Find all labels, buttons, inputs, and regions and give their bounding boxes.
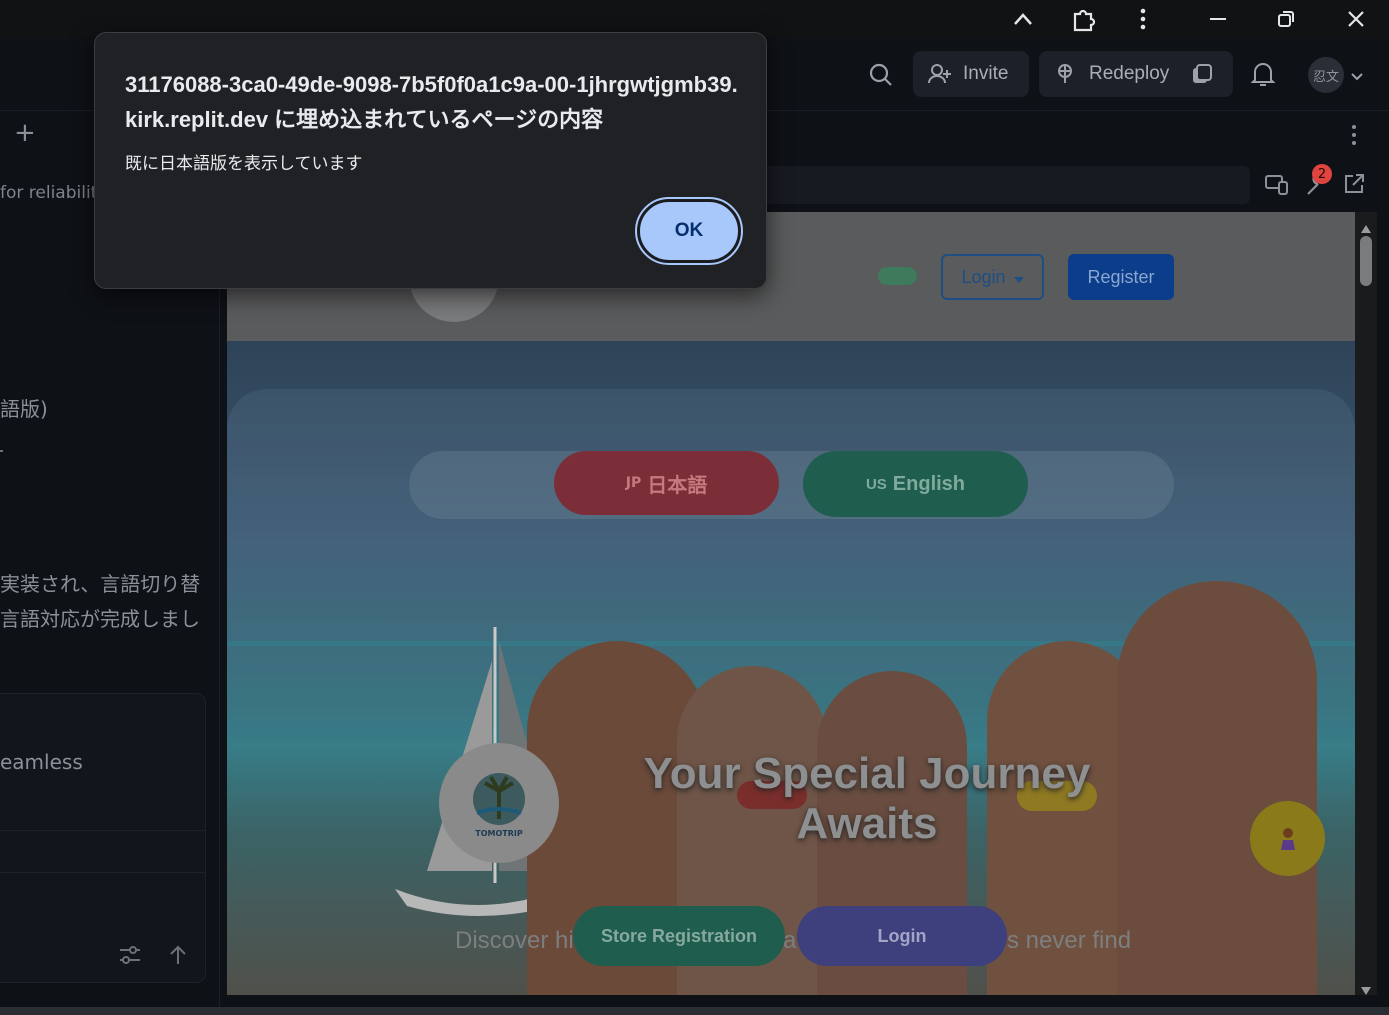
- invite-label: Invite: [963, 63, 1009, 84]
- lang-en-button[interactable]: US English: [803, 451, 1028, 517]
- status-pill: [878, 267, 917, 285]
- open-external-icon[interactable]: [1342, 172, 1366, 196]
- hero-subtitle: s never find: [1007, 927, 1132, 954]
- webview-preview: Login Register JP 日本語 US English TOMOTRI…: [227, 212, 1355, 995]
- minimize-icon[interactable]: [1192, 0, 1244, 38]
- preview-url-field[interactable]: [740, 166, 1250, 204]
- chat-snippet: for reliabilit: [0, 183, 98, 203]
- divider: [0, 872, 206, 873]
- deploy-menu-icon[interactable]: [1191, 63, 1213, 85]
- badge-count: 2: [1317, 166, 1327, 182]
- hero-title-line: Your Special Journey: [643, 749, 1091, 798]
- redeploy-label: Redeploy: [1089, 63, 1170, 84]
- restore-icon[interactable]: [1260, 0, 1312, 38]
- bell-icon[interactable]: [1250, 60, 1276, 88]
- hero-title-line: Awaits: [796, 799, 938, 848]
- lang-jp-label: 日本語: [647, 472, 708, 497]
- scroll-up-icon[interactable]: [1361, 218, 1371, 233]
- chat-snippet: 語版): [0, 397, 48, 421]
- hero-section: JP 日本語 US English TOMOTRIP Your Special …: [227, 341, 1355, 995]
- site-register-label: Register: [1087, 266, 1155, 287]
- invite-button[interactable]: Invite: [913, 51, 1029, 97]
- ok-button[interactable]: OK: [635, 197, 743, 265]
- chat-input-card: [0, 693, 206, 983]
- more-vert-icon[interactable]: [1350, 124, 1358, 146]
- add-user-icon: [927, 62, 953, 86]
- redeploy-icon: [1053, 62, 1077, 86]
- extension-icon[interactable]: [1058, 0, 1110, 38]
- close-icon[interactable]: [1330, 0, 1382, 38]
- divider: [0, 450, 3, 452]
- lang-en-label: English: [892, 472, 966, 495]
- palm-tree-icon: [473, 772, 525, 825]
- more-vert-icon[interactable]: [1117, 0, 1169, 38]
- us-flag-code: US: [865, 475, 887, 493]
- avatar[interactable]: 忍文: [1308, 57, 1344, 93]
- devices-icon[interactable]: [1264, 172, 1290, 198]
- os-taskbar: [0, 1007, 1389, 1015]
- redeploy-button[interactable]: Redeploy: [1039, 51, 1233, 97]
- settings-sliders-icon[interactable]: [118, 944, 142, 966]
- hero-login-button[interactable]: Login: [797, 906, 1007, 966]
- send-arrow-icon[interactable]: [168, 944, 188, 966]
- site-login-label: Login: [961, 266, 1006, 287]
- caret-down-icon: [1013, 267, 1024, 288]
- chevron-down-icon[interactable]: [1350, 68, 1364, 81]
- avatar-text: 忍文: [1312, 69, 1339, 85]
- new-tab-button[interactable]: +: [14, 118, 36, 148]
- alert-dialog: 31176088-3ca0-49de-9098-7b5f0f0a1c9a-00-…: [94, 32, 767, 289]
- chevron-up-icon[interactable]: [997, 0, 1049, 38]
- preview-scrollbar[interactable]: [1355, 212, 1377, 995]
- floating-sponsor-button[interactable]: [1250, 801, 1325, 876]
- hero-title: Your Special Journey Awaits: [527, 749, 1207, 849]
- logo-text: TOMOTRIP: [475, 828, 523, 838]
- site-register-button[interactable]: Register: [1068, 254, 1174, 300]
- dialog-title: 31176088-3ca0-49de-9098-7b5f0f0a1c9a-00-…: [125, 72, 738, 132]
- chat-snippet: 実装され、言語切り替: [0, 572, 201, 596]
- hero-login-label: Login: [877, 925, 927, 946]
- search-icon[interactable]: [866, 60, 896, 90]
- chat-snippet: eamless: [0, 750, 83, 774]
- dialog-message: 既に日本語版を表示しています: [125, 154, 363, 174]
- lang-jp-button[interactable]: JP 日本語: [554, 451, 779, 515]
- hero-subtitle: a: [783, 927, 797, 954]
- store-registration-button[interactable]: Store Registration: [573, 906, 785, 966]
- scroll-down-icon[interactable]: [1361, 980, 1371, 995]
- scroll-thumb[interactable]: [1360, 236, 1372, 286]
- trophy-icon: [1280, 827, 1295, 850]
- hero-subtitle: Discover hic: [455, 927, 586, 954]
- notification-badge: 2: [1312, 164, 1332, 184]
- jp-flag-code: JP: [625, 475, 642, 491]
- divider: [0, 830, 206, 831]
- site-login-dropdown[interactable]: Login: [941, 254, 1044, 300]
- store-registration-label: Store Registration: [600, 925, 758, 946]
- language-switcher: [409, 451, 1174, 519]
- chat-snippet: 言語対応が完成しまし: [0, 607, 200, 631]
